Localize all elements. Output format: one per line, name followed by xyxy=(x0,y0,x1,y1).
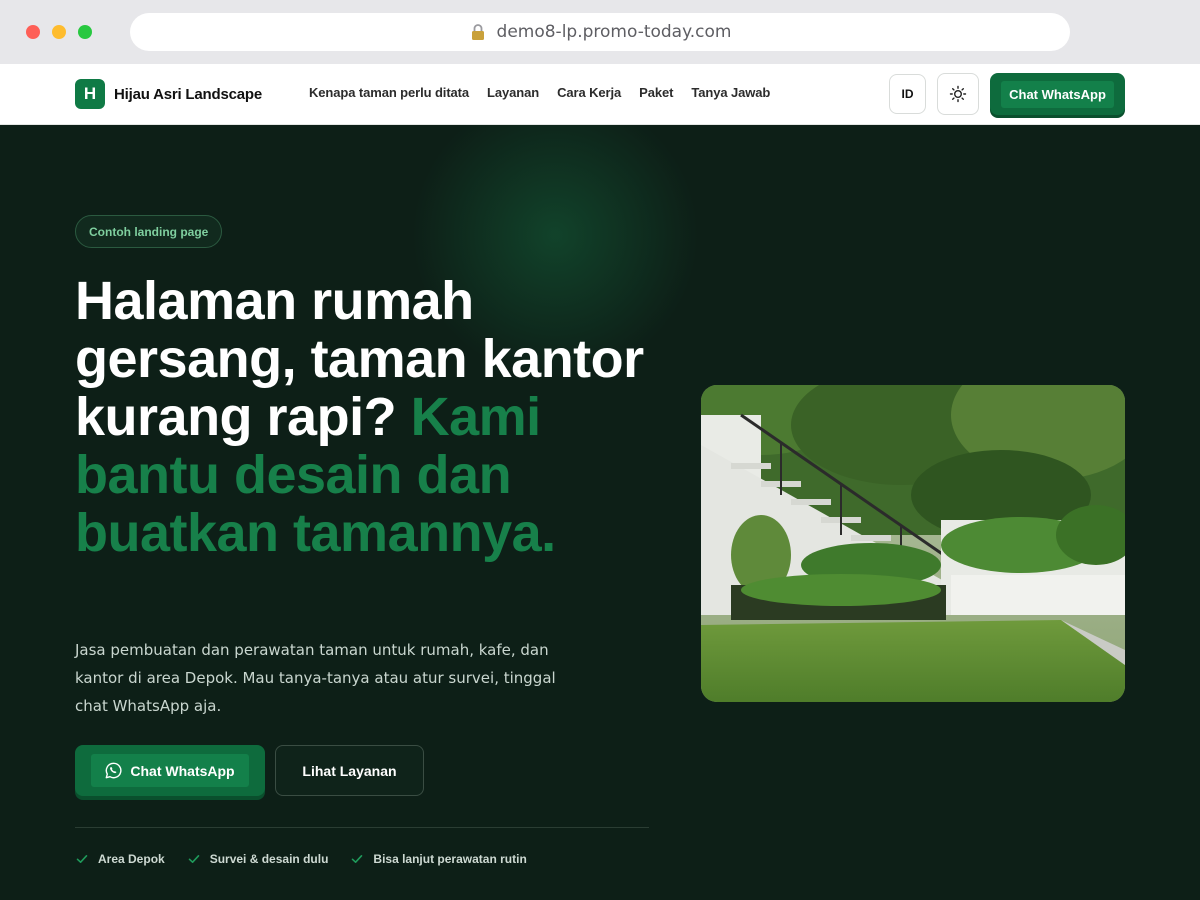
whatsapp-icon xyxy=(105,762,122,779)
url-text: demo8-lp.promo-today.com xyxy=(496,22,732,42)
site-header: H Hijau Asri Landscape Kenapa taman perl… xyxy=(0,64,1200,125)
feature-item: Survei & desain dulu xyxy=(187,852,329,866)
hero-whatsapp-label: Chat WhatsApp xyxy=(130,762,235,779)
garden-illustration xyxy=(701,385,1125,702)
nav-item-faq[interactable]: Tanya Jawab xyxy=(691,85,770,100)
minimize-window-button[interactable] xyxy=(52,25,66,39)
header-whatsapp-label: Chat WhatsApp xyxy=(1001,80,1114,108)
hero-section: Contoh landing page Halaman rumah gersan… xyxy=(0,125,1200,900)
theme-toggle-button[interactable] xyxy=(937,73,979,115)
view-services-button[interactable]: Lihat Layanan xyxy=(275,745,424,796)
address-bar[interactable]: demo8-lp.promo-today.com xyxy=(130,13,1070,51)
feature-item: Area Depok xyxy=(75,852,165,866)
nav-item-how-it-works[interactable]: Cara Kerja xyxy=(557,85,621,100)
garden-photo xyxy=(701,385,1125,702)
header-whatsapp-button[interactable]: Chat WhatsApp xyxy=(990,73,1125,115)
brand-logo[interactable]: H xyxy=(75,79,105,109)
main-nav: Kenapa taman perlu ditata Layanan Cara K… xyxy=(309,85,770,100)
nav-item-services[interactable]: Layanan xyxy=(487,85,539,100)
nav-item-packages[interactable]: Paket xyxy=(639,85,673,100)
feature-label: Area Depok xyxy=(98,852,165,866)
check-icon xyxy=(188,855,200,863)
hero-subtitle: Jasa pembuatan dan perawatan taman untuk… xyxy=(75,641,556,715)
hero-headline: Halaman rumah gersang, taman kantor kura… xyxy=(75,272,675,562)
hero-badge: Contoh landing page xyxy=(75,215,223,248)
lock-icon xyxy=(471,24,484,40)
hero-divider xyxy=(75,827,649,828)
feature-list: Area Depok Survei & desain dulu Bisa lan… xyxy=(75,852,527,866)
hero-whatsapp-button[interactable]: Chat WhatsApp xyxy=(75,745,265,796)
feature-item: Bisa lanjut perawatan rutin xyxy=(350,852,527,866)
brand-name[interactable]: Hijau Asri Landscape xyxy=(114,86,262,103)
browser-chrome: demo8-lp.promo-today.com xyxy=(0,0,1200,64)
maximize-window-button[interactable] xyxy=(78,25,92,39)
hero-whatsapp-inner: Chat WhatsApp xyxy=(91,754,249,787)
feature-label: Survei & desain dulu xyxy=(209,852,329,866)
headline-main: Halaman rumah gersang, taman kantor kura… xyxy=(75,271,644,447)
feature-label: Bisa lanjut perawatan rutin xyxy=(373,852,527,866)
language-button[interactable]: ID xyxy=(889,74,926,114)
check-icon xyxy=(76,855,88,863)
nav-item-why[interactable]: Kenapa taman perlu ditata xyxy=(309,85,469,100)
check-icon xyxy=(352,855,363,863)
close-window-button[interactable] xyxy=(26,25,40,39)
sun-icon xyxy=(949,85,967,103)
